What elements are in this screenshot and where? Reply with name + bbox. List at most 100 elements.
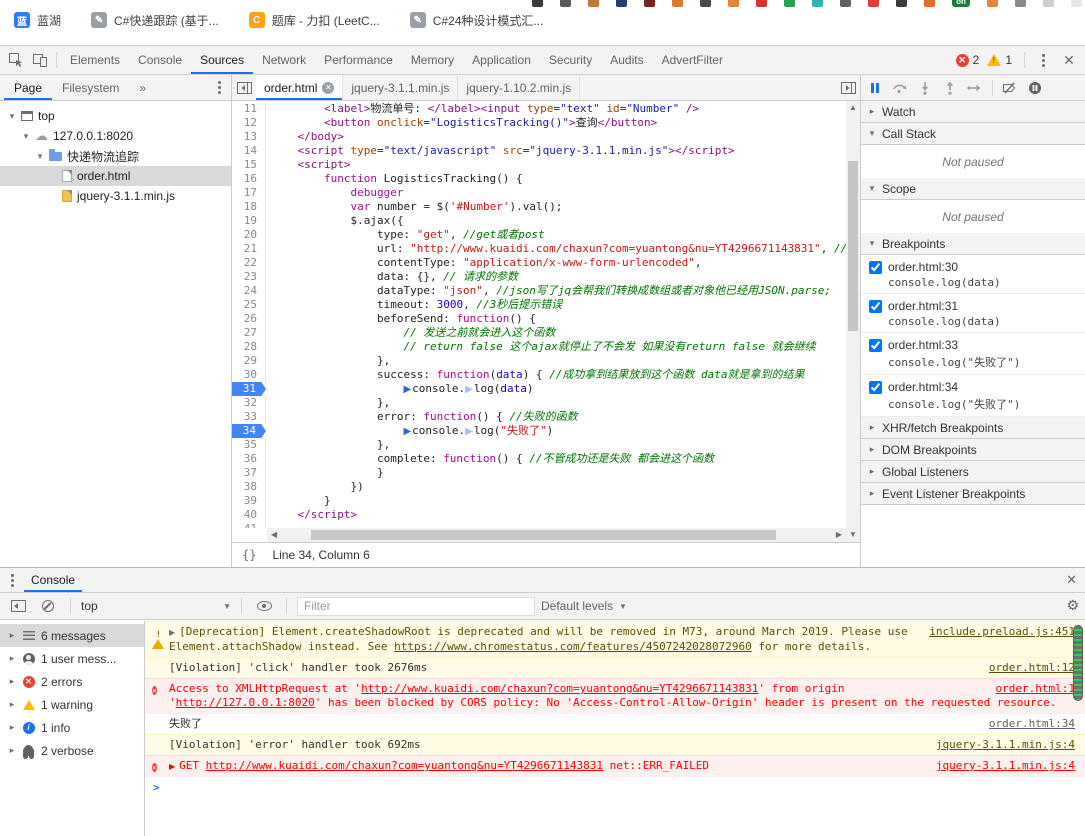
tab-console[interactable]: Console [24, 569, 82, 592]
line-number[interactable]: 11 [232, 102, 266, 116]
expand-arrow-icon[interactable]: ▸ [8, 699, 16, 710]
line-number[interactable]: 37 [232, 466, 266, 480]
bookmark-item[interactable]: ✎C#24种设计模式汇... [410, 12, 544, 29]
tab-elements[interactable]: Elements [61, 47, 129, 74]
section-watch[interactable]: ▸ Watch [861, 101, 1085, 123]
line-number[interactable]: 26 [232, 312, 266, 326]
extension-icon[interactable] [700, 0, 711, 7]
console-filter-6-messages[interactable]: ▸6 messages [0, 624, 144, 647]
section-scope[interactable]: ▾ Scope [861, 178, 1085, 200]
line-number[interactable]: 15 [232, 158, 266, 172]
line-number[interactable]: 22 [232, 256, 266, 270]
section-dom-breakpoints[interactable]: ▸DOM Breakpoints [861, 439, 1085, 461]
device-toolbar-icon[interactable] [28, 48, 52, 72]
message-source-link[interactable]: order.html:1 [996, 682, 1075, 696]
file-tab-order.html[interactable]: order.html✕ [256, 75, 343, 100]
scrollbar-thumb[interactable] [311, 530, 776, 540]
line-number[interactable]: 16 [232, 172, 266, 186]
warning-badge[interactable]: ! 1 [987, 53, 1012, 67]
message-inline-link[interactable]: http://127.0.0.1:8020 [176, 696, 315, 709]
extension-icon[interactable] [784, 0, 795, 7]
line-number[interactable]: 40 [232, 508, 266, 522]
tree-item-file[interactable]: order.html [0, 166, 231, 186]
tab-audits[interactable]: Audits [601, 47, 652, 74]
console-filter-2-verbose[interactable]: ▸2 verbose [0, 739, 144, 762]
tab-network[interactable]: Network [253, 47, 315, 74]
line-number[interactable]: 38 [232, 480, 266, 494]
extension-icon[interactable] [1043, 0, 1054, 7]
extension-icon[interactable] [896, 0, 907, 7]
line-number[interactable]: 24 [232, 284, 266, 298]
breakpoint-checkbox[interactable] [869, 381, 882, 394]
message-inline-link[interactable]: http://www.kuaidi.com/chaxun?com=yuanton… [206, 759, 603, 772]
section-xhr-fetch-breakpoints[interactable]: ▸XHR/fetch Breakpoints [861, 417, 1085, 439]
extension-icon[interactable] [840, 0, 851, 7]
message-inline-link[interactable]: http://www.kuaidi.com/chaxun?com=yuanton… [361, 682, 758, 695]
console-menu-icon[interactable] [0, 574, 24, 587]
console-scrollbar[interactable] [1073, 625, 1083, 701]
message-source-link[interactable]: include.preload.js:451 [929, 625, 1075, 639]
close-icon[interactable]: ✕ [322, 82, 334, 94]
expand-arrow-icon[interactable]: ▸ [8, 630, 16, 641]
message-source-link[interactable]: jquery-3.1.1.min.js:4 [936, 759, 1075, 773]
tab-memory[interactable]: Memory [402, 47, 463, 74]
line-number[interactable]: 12 [232, 116, 266, 130]
console-filter-1-user-mess-[interactable]: ▸1 user mess... [0, 647, 144, 670]
extension-icon[interactable] [616, 0, 627, 7]
line-number[interactable]: 28 [232, 340, 266, 354]
tab-performance[interactable]: Performance [315, 47, 402, 74]
extension-icon[interactable] [672, 0, 683, 7]
tree-item-top[interactable]: ▾ top [0, 106, 231, 126]
console-filter-2-errors[interactable]: ▸✕2 errors [0, 670, 144, 693]
scrollbar-thumb[interactable] [848, 161, 858, 331]
line-number[interactable]: 27 [232, 326, 266, 340]
expand-arrow-icon[interactable]: ▸ [8, 722, 16, 733]
step-out-icon[interactable] [938, 76, 962, 100]
inline-breakpoint-icon[interactable]: ▶ [465, 426, 473, 437]
extension-icon[interactable] [1071, 0, 1082, 7]
extension-icon[interactable] [924, 0, 935, 7]
line-number[interactable]: 41 [232, 522, 266, 528]
extension-icon[interactable]: on [952, 0, 970, 7]
expand-arrow-icon[interactable]: ▸ [8, 676, 16, 687]
bookmark-item[interactable]: ✎C#快递跟踪 (基于... [91, 12, 219, 29]
line-number[interactable]: 30 [232, 368, 266, 382]
live-expression-eye-icon[interactable] [252, 594, 276, 618]
tab-sources[interactable]: Sources [191, 47, 253, 74]
line-number[interactable]: 19 [232, 214, 266, 228]
line-number[interactable]: 21 [232, 242, 266, 256]
breakpoint-marker[interactable]: 34 [232, 424, 266, 438]
line-number[interactable]: 36 [232, 452, 266, 466]
line-number[interactable]: 13 [232, 130, 266, 144]
line-number[interactable]: 23 [232, 270, 266, 284]
expand-caret-icon[interactable]: ▶ [169, 628, 175, 637]
log-levels-selector[interactable]: Default levels ▼ [541, 599, 627, 613]
console-close-icon[interactable]: ✕ [1066, 572, 1077, 588]
line-number[interactable]: 20 [232, 228, 266, 242]
error-badge[interactable]: ✕ 2 [956, 53, 980, 67]
inspect-element-icon[interactable] [4, 48, 28, 72]
breakpoint-marker[interactable]: 31 [232, 382, 266, 396]
tab-console[interactable]: Console [129, 47, 191, 74]
expand-arrow-icon[interactable]: ▾ [8, 111, 16, 122]
filter-input[interactable] [297, 597, 535, 616]
section-breakpoints[interactable]: ▾ Breakpoints [861, 233, 1085, 255]
inline-breakpoint-icon[interactable]: ▶ [403, 384, 411, 395]
devtools-menu-icon[interactable] [1031, 48, 1055, 72]
tree-item-host[interactable]: ▾ ☁ 127.0.0.1:8020 [0, 126, 231, 146]
line-number[interactable]: 25 [232, 298, 266, 312]
console-sidebar-toggle-icon[interactable] [6, 594, 30, 618]
tab-security[interactable]: Security [540, 47, 601, 74]
pause-on-exceptions-icon[interactable] [1023, 76, 1047, 100]
code-editor[interactable]: 11 <label>物流单号: </label><input type="tex… [232, 101, 860, 542]
extension-icon[interactable] [728, 0, 739, 7]
message-source-link[interactable]: order.html:12 [989, 661, 1075, 675]
breakpoint-entry[interactable]: order.html:33console.log("失败了") [861, 333, 1085, 375]
breakpoint-entry[interactable]: order.html:34console.log("失败了") [861, 375, 1085, 417]
extension-icon[interactable] [588, 0, 599, 7]
tab-application[interactable]: Application [463, 47, 540, 74]
line-number[interactable]: 17 [232, 186, 266, 200]
show-debugger-sidebar-icon[interactable] [836, 76, 860, 100]
extension-icon[interactable] [560, 0, 571, 7]
scroll-down-icon[interactable]: ▼ [846, 528, 860, 542]
